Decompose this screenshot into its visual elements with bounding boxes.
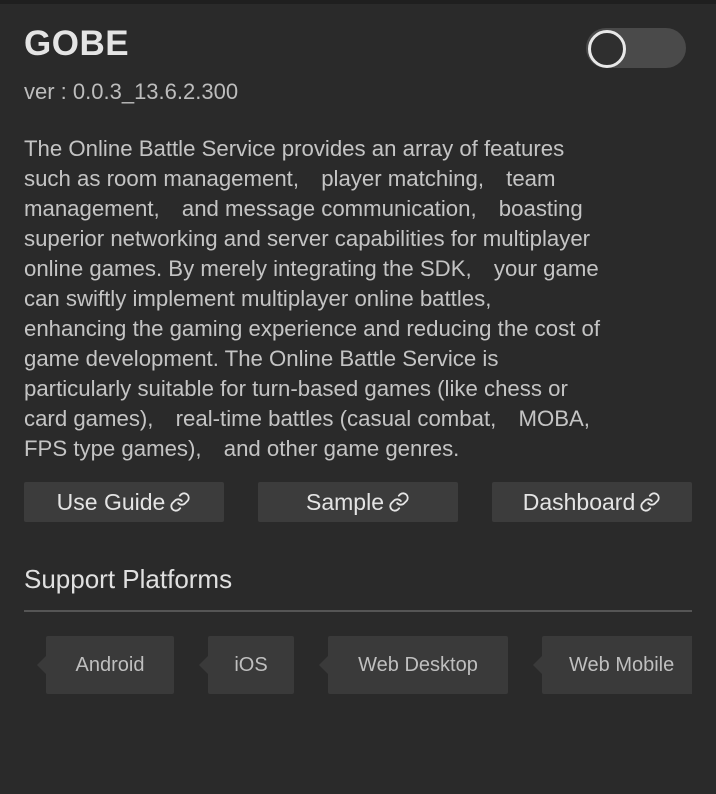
window-top-border <box>0 0 716 4</box>
plugin-panel: GOBE ver : 0.0.3_13.6.2.300 The Online B… <box>24 24 692 694</box>
platform-tag-ios: iOS <box>199 636 294 694</box>
platform-tag-android: Android <box>37 636 174 694</box>
platform-list: Android iOS Web Desktop Web Mobile <box>24 24 692 794</box>
platform-label: iOS <box>234 653 268 676</box>
platform-tag-web-mobile: Web Mobile <box>533 636 692 694</box>
platform-label: Web Desktop <box>358 653 478 676</box>
platform-label: Web Mobile <box>569 653 675 676</box>
platform-label: Android <box>75 653 145 676</box>
platform-tag-web-desktop: Web Desktop <box>319 636 508 694</box>
